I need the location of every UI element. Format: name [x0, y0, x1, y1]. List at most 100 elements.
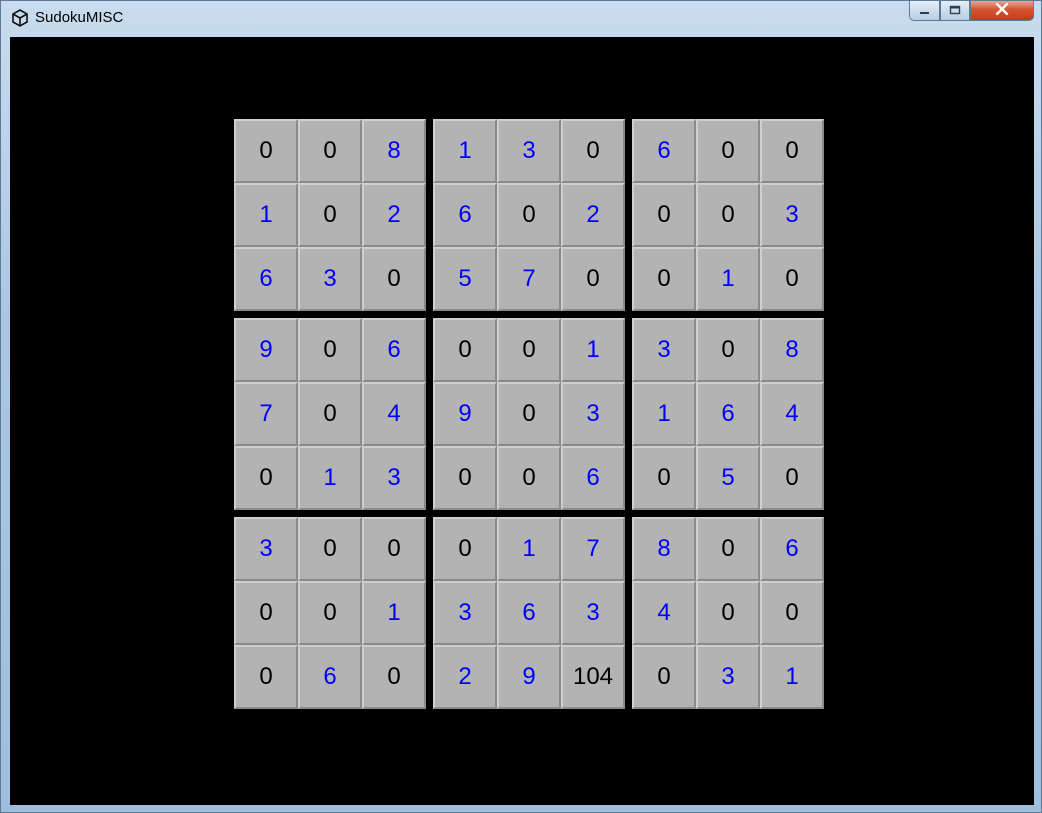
sudoku-cell[interactable]: 0 [561, 247, 625, 311]
sudoku-cell[interactable]: 0 [362, 517, 426, 581]
sudoku-cell[interactable]: 6 [561, 446, 625, 510]
sudoku-cell[interactable]: 0 [760, 446, 824, 510]
sudoku-cell[interactable]: 5 [696, 446, 760, 510]
sudoku-cell[interactable]: 1 [362, 581, 426, 645]
sudoku-cell[interactable]: 1 [234, 183, 298, 247]
unity-logo-icon [11, 9, 29, 27]
sudoku-cell[interactable]: 3 [760, 183, 824, 247]
sudoku-cell[interactable]: 3 [298, 247, 362, 311]
sudoku-cell[interactable]: 9 [433, 382, 497, 446]
sudoku-cell[interactable]: 3 [561, 581, 625, 645]
sudoku-cell[interactable]: 2 [433, 645, 497, 709]
sudoku-cell[interactable]: 4 [362, 382, 426, 446]
close-button[interactable] [970, 1, 1034, 21]
sudoku-cell[interactable]: 9 [497, 645, 561, 709]
sudoku-cell[interactable]: 1 [561, 318, 625, 382]
sudoku-cell[interactable]: 3 [696, 645, 760, 709]
sudoku-cell[interactable]: 0 [234, 645, 298, 709]
sudoku-cell[interactable]: 0 [497, 183, 561, 247]
sudoku-cell[interactable]: 7 [497, 247, 561, 311]
sudoku-block: 130602570 [433, 119, 625, 311]
sudoku-cell[interactable]: 0 [760, 581, 824, 645]
sudoku-cell[interactable]: 0 [632, 183, 696, 247]
close-icon [995, 2, 1009, 20]
sudoku-cell[interactable]: 0 [561, 119, 625, 183]
sudoku-cell[interactable]: 0 [234, 581, 298, 645]
game-viewport: 0081026301306025706000030109067040130019… [10, 37, 1034, 805]
sudoku-cell[interactable]: 0 [433, 318, 497, 382]
sudoku-cell[interactable]: 0 [298, 382, 362, 446]
sudoku-cell[interactable]: 0 [760, 247, 824, 311]
title-bar[interactable]: SudokuMISC [1, 1, 1041, 35]
sudoku-cell[interactable]: 0 [760, 119, 824, 183]
sudoku-cell[interactable]: 2 [561, 183, 625, 247]
sudoku-cell[interactable]: 0 [298, 318, 362, 382]
sudoku-cell[interactable]: 9 [234, 318, 298, 382]
minimize-button[interactable] [909, 1, 940, 21]
sudoku-block: 600003010 [632, 119, 824, 311]
sudoku-cell[interactable]: 1 [632, 382, 696, 446]
sudoku-cell[interactable]: 1 [298, 446, 362, 510]
sudoku-cell[interactable]: 0 [234, 446, 298, 510]
sudoku-cell[interactable]: 7 [234, 382, 298, 446]
sudoku-cell[interactable]: 0 [497, 446, 561, 510]
minimize-icon [919, 2, 931, 20]
sudoku-board: 0081026301306025706000030109067040130019… [234, 119, 824, 709]
sudoku-cell[interactable]: 8 [632, 517, 696, 581]
sudoku-cell[interactable]: 0 [696, 318, 760, 382]
sudoku-block: 001903006 [433, 318, 625, 510]
sudoku-cell[interactable]: 3 [362, 446, 426, 510]
sudoku-cell[interactable]: 0 [696, 183, 760, 247]
sudoku-block: 300001060 [234, 517, 426, 709]
sudoku-cell[interactable]: 1 [696, 247, 760, 311]
sudoku-cell[interactable]: 0 [497, 382, 561, 446]
sudoku-cell[interactable]: 6 [696, 382, 760, 446]
sudoku-cell[interactable]: 1 [433, 119, 497, 183]
sudoku-block: 806400031 [632, 517, 824, 709]
sudoku-block: 008102630 [234, 119, 426, 311]
sudoku-cell[interactable]: 0 [362, 645, 426, 709]
sudoku-cell[interactable]: 6 [433, 183, 497, 247]
sudoku-cell[interactable]: 0 [497, 318, 561, 382]
sudoku-cell[interactable]: 0 [362, 247, 426, 311]
sudoku-cell[interactable]: 0 [632, 645, 696, 709]
sudoku-cell[interactable]: 0 [433, 517, 497, 581]
maximize-button[interactable] [940, 1, 970, 21]
sudoku-cell[interactable]: 0 [696, 119, 760, 183]
sudoku-cell[interactable]: 1 [760, 645, 824, 709]
sudoku-cell[interactable]: 6 [234, 247, 298, 311]
sudoku-cell[interactable]: 0 [696, 517, 760, 581]
sudoku-cell[interactable]: 1 [497, 517, 561, 581]
sudoku-cell[interactable]: 0 [298, 517, 362, 581]
sudoku-cell[interactable]: 3 [632, 318, 696, 382]
maximize-icon [949, 2, 961, 20]
sudoku-cell[interactable]: 0 [433, 446, 497, 510]
sudoku-cell[interactable]: 0 [298, 183, 362, 247]
sudoku-cell[interactable]: 6 [362, 318, 426, 382]
sudoku-cell[interactable]: 2 [362, 183, 426, 247]
sudoku-cell[interactable]: 0 [696, 581, 760, 645]
sudoku-block: 906704013 [234, 318, 426, 510]
sudoku-cell[interactable]: 6 [298, 645, 362, 709]
sudoku-cell[interactable]: 3 [234, 517, 298, 581]
sudoku-cell[interactable]: 0 [298, 581, 362, 645]
sudoku-cell[interactable]: 0 [632, 247, 696, 311]
sudoku-cell[interactable]: 8 [362, 119, 426, 183]
sudoku-cell[interactable]: 4 [632, 581, 696, 645]
sudoku-cell[interactable]: 3 [497, 119, 561, 183]
sudoku-cell[interactable]: 4 [760, 382, 824, 446]
sudoku-cell[interactable]: 3 [561, 382, 625, 446]
sudoku-cell[interactable]: 6 [497, 581, 561, 645]
sudoku-block: 308164050 [632, 318, 824, 510]
sudoku-cell[interactable]: 7 [561, 517, 625, 581]
sudoku-cell[interactable]: 3 [433, 581, 497, 645]
sudoku-cell[interactable]: 0 [298, 119, 362, 183]
sudoku-cell[interactable]: 0 [632, 446, 696, 510]
sudoku-cell[interactable]: 6 [632, 119, 696, 183]
sudoku-cell[interactable]: 104 [561, 645, 625, 709]
sudoku-cell[interactable]: 6 [760, 517, 824, 581]
sudoku-cell[interactable]: 5 [433, 247, 497, 311]
sudoku-cell[interactable]: 8 [760, 318, 824, 382]
sudoku-block: 0 1 7 3 6 3 2 9 104 [433, 517, 625, 709]
sudoku-cell[interactable]: 0 [234, 119, 298, 183]
